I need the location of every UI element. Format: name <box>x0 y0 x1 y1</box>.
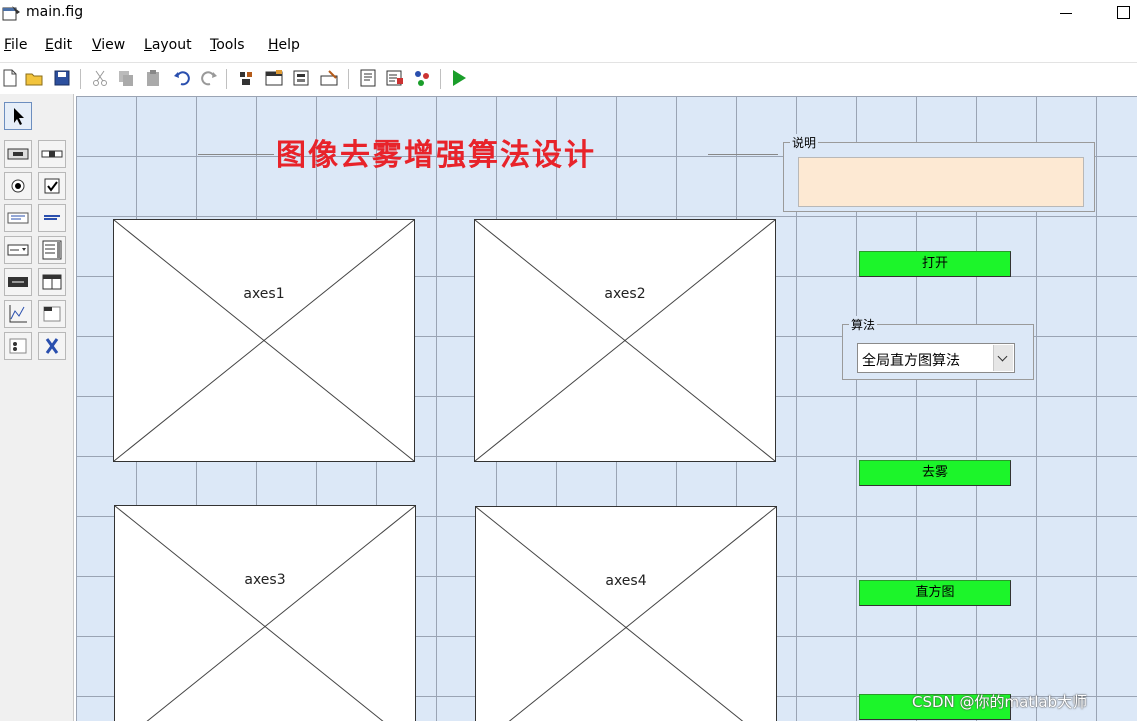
menu-tools[interactable]: Tools <box>210 37 245 53</box>
axes-icon[interactable] <box>4 300 32 328</box>
menu-layout[interactable]: Layout <box>144 37 192 53</box>
open-folder-icon[interactable] <box>24 68 44 88</box>
axes3-placeholder-cross <box>115 506 415 721</box>
menu-layout-mnemonic: L <box>144 37 152 53</box>
object-browser-icon[interactable] <box>412 68 432 88</box>
menu-file-label: ile <box>11 37 28 53</box>
title-divider-right <box>708 154 778 155</box>
axes1-label: axes1 <box>243 286 285 302</box>
table-icon[interactable] <box>38 268 66 296</box>
select-arrow-icon[interactable] <box>4 102 32 130</box>
slider-icon[interactable] <box>38 140 66 168</box>
algorithm-panel[interactable]: 算法 全局直方图算法 <box>842 316 1034 380</box>
button-group-icon[interactable] <box>4 332 32 360</box>
maximize-button[interactable] <box>1108 2 1137 24</box>
axes1-placeholder-cross <box>114 220 414 461</box>
figure-app-icon <box>2 4 22 22</box>
toolbar <box>0 62 1137 92</box>
axes2-placeholder-cross <box>475 220 775 461</box>
menu-edit-mnemonic: E <box>45 37 54 53</box>
listbox-icon[interactable] <box>38 236 66 264</box>
toolbar-separator <box>348 69 349 89</box>
title-bar: main.fig <box>0 0 1137 28</box>
cut-icon[interactable] <box>90 68 110 88</box>
axes3[interactable]: axes3 <box>114 505 416 721</box>
menu-view-mnemonic: V <box>92 37 102 53</box>
toolbar-separator <box>80 69 81 89</box>
activex-icon[interactable] <box>38 332 66 360</box>
axes4-placeholder-cross <box>476 507 776 721</box>
axes2[interactable]: axes2 <box>474 219 776 462</box>
menu-view-label: iew <box>101 37 126 53</box>
toolbar-editor-icon[interactable] <box>319 68 339 88</box>
copy-icon[interactable] <box>116 68 136 88</box>
layout-canvas[interactable]: 图像去雾增强算法设计 axes1 axes2 axes3 axes4 说明 打开… <box>76 96 1137 721</box>
panel-icon[interactable] <box>38 300 66 328</box>
menu-help[interactable]: Help <box>268 37 300 53</box>
histogram-button[interactable]: 直方图 <box>859 580 1011 606</box>
dehaze-button[interactable]: 去雾 <box>859 460 1011 486</box>
open-button[interactable]: 打开 <box>859 251 1011 277</box>
new-file-icon[interactable] <box>0 68 20 88</box>
align-objects-icon[interactable] <box>236 68 256 88</box>
chevron-down-icon[interactable] <box>993 345 1013 371</box>
run-icon[interactable] <box>449 68 469 88</box>
radio-button-icon[interactable] <box>4 172 32 200</box>
minimize-button[interactable] <box>1050 2 1080 24</box>
algorithm-select[interactable]: 全局直方图算法 <box>857 343 1015 373</box>
component-palette <box>0 94 74 721</box>
tab-order-icon[interactable] <box>292 68 312 88</box>
axes4-label: axes4 <box>605 573 647 589</box>
property-inspector-icon[interactable] <box>385 68 405 88</box>
axes2-label: axes2 <box>604 286 646 302</box>
edit-text-icon[interactable] <box>4 204 32 232</box>
menu-help-label: elp <box>278 37 300 53</box>
menu-file[interactable]: File <box>4 37 27 53</box>
algorithm-select-value: 全局直方图算法 <box>862 353 960 369</box>
axes3-label: axes3 <box>244 572 286 588</box>
toggle-button-icon[interactable] <box>4 268 32 296</box>
menu-help-mnemonic: H <box>268 37 279 53</box>
push-button-icon[interactable] <box>4 140 32 168</box>
undo-icon[interactable] <box>172 68 192 88</box>
app-title-text[interactable]: 图像去雾增强算法设计 <box>276 130 596 174</box>
editor-icon[interactable] <box>358 68 378 88</box>
menu-view[interactable]: View <box>92 37 125 53</box>
popup-menu-icon[interactable] <box>4 236 32 264</box>
algorithm-panel-title: 算法 <box>849 316 878 333</box>
title-divider-left <box>198 154 274 155</box>
menu-edit-label: dit <box>53 37 73 53</box>
axes1[interactable]: axes1 <box>113 219 415 462</box>
description-panel[interactable]: 说明 <box>783 134 1095 212</box>
description-text-box[interactable] <box>798 157 1084 207</box>
menu-bar: File Edit View Layout Tools Help <box>0 34 1137 58</box>
menu-edit[interactable]: Edit <box>45 37 72 53</box>
watermark: CSDN @你的matlab大师 <box>912 693 1088 711</box>
save-icon[interactable] <box>52 68 72 88</box>
checkbox-icon[interactable] <box>38 172 66 200</box>
window-title: main.fig <box>26 4 84 20</box>
menu-editor-icon[interactable] <box>264 68 284 88</box>
menu-file-mnemonic: F <box>4 37 12 53</box>
axes4[interactable]: axes4 <box>475 506 777 721</box>
description-panel-title: 说明 <box>790 134 819 151</box>
paste-icon[interactable] <box>143 68 163 88</box>
static-text-icon[interactable] <box>38 204 66 232</box>
redo-icon[interactable] <box>199 68 219 88</box>
toolbar-separator <box>226 69 227 89</box>
toolbar-separator <box>440 69 441 89</box>
menu-layout-label: ayout <box>151 37 192 53</box>
menu-tools-label: ools <box>216 37 245 53</box>
